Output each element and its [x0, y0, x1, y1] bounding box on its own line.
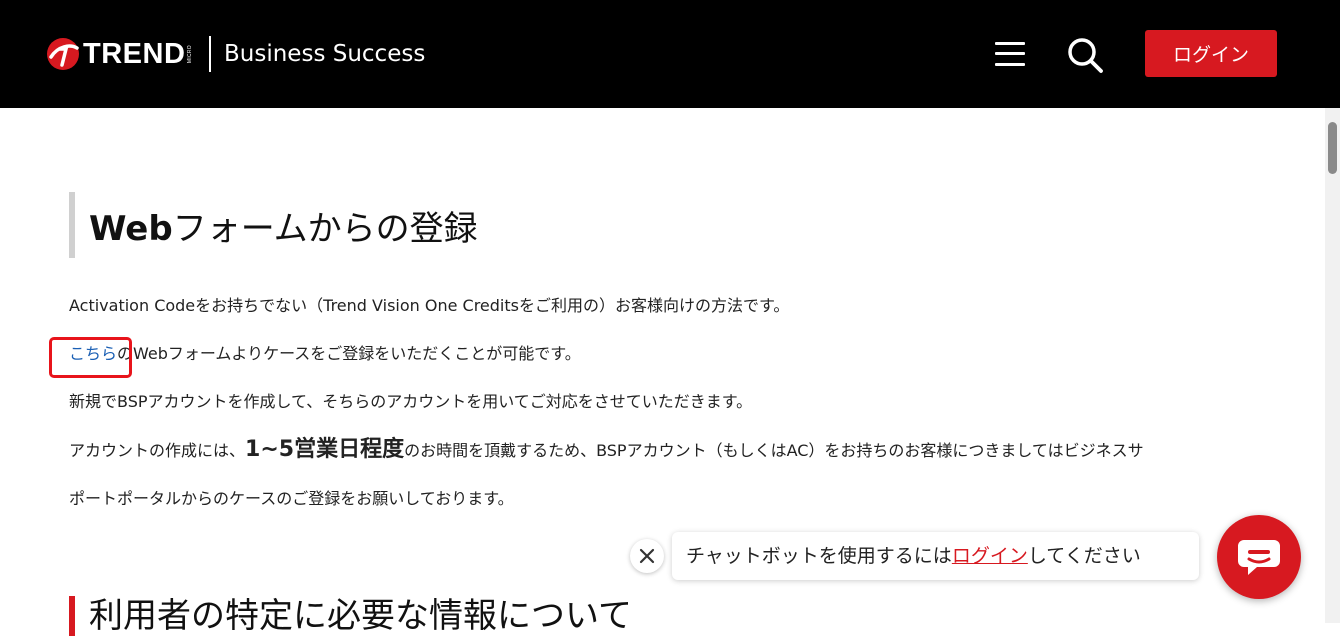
scrollbar-thumb[interactable] — [1328, 122, 1337, 174]
paragraph-2: こちらのWebフォームよりケースをご登録をいただくことが可能です。 — [69, 344, 581, 363]
close-icon — [639, 548, 655, 564]
section-title: Webフォームからの登録 — [89, 208, 478, 249]
logo-wordmark: TREND — [83, 37, 186, 70]
section-2-heading: 利用者の特定に必要な情報について — [69, 596, 632, 636]
logo-divider — [209, 36, 211, 72]
site-header: TREND MICRO Business Success ログイン — [0, 0, 1340, 108]
trend-micro-logo[interactable]: TREND MICRO — [46, 36, 193, 72]
hamburger-menu-button[interactable] — [993, 39, 1027, 69]
paragraph-5: ポートポータルからのケースのご登録をお願いしております。 — [69, 489, 514, 508]
chat-icon — [1238, 540, 1280, 575]
chat-prompt-bubble: チャットボットを使用するにはログインしてください — [672, 532, 1199, 580]
logo-micro-text: MICRO — [187, 44, 194, 64]
chat-close-button[interactable] — [630, 539, 664, 573]
highlight-box — [49, 337, 132, 378]
paragraph-3: 新規でBSPアカウントを作成して、そちらのアカウントを用いてご対応をさせていただ… — [69, 392, 753, 411]
scrollbar-track[interactable] — [1325, 108, 1340, 623]
chatbot-button[interactable] — [1217, 515, 1301, 599]
paragraph-4: アカウントの作成には、1~5営業日程度のお時間を頂戴するため、BSPアカウント（… — [69, 437, 1144, 462]
site-title[interactable]: Business Success — [224, 38, 425, 70]
login-button[interactable]: ログイン — [1145, 30, 1277, 77]
hamburger-menu-icon — [995, 42, 1025, 45]
trend-micro-logo-icon — [47, 38, 79, 70]
search-icon[interactable] — [1066, 36, 1104, 74]
section-heading: Webフォームからの登録 — [69, 192, 478, 258]
chat-login-link[interactable]: ログイン — [952, 545, 1028, 567]
paragraph-1: Activation Codeをお持ちでない（Trend Vision One … — [69, 296, 790, 315]
